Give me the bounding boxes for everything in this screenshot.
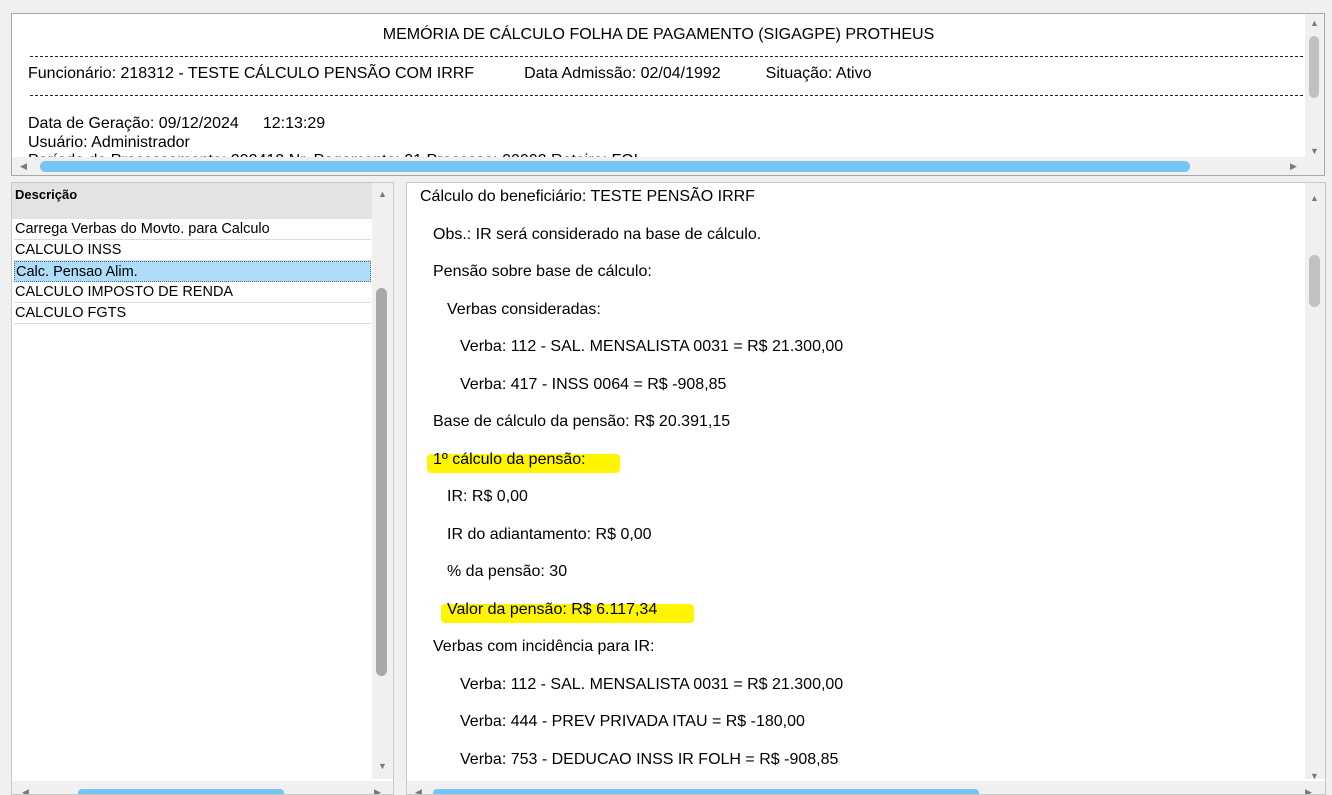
scroll-left-arrow-icon[interactable]: ◀ [20,161,27,171]
scroll-thumb[interactable] [376,288,387,676]
detail-line: Verbas consideradas: [447,300,601,318]
scroll-up-arrow-icon[interactable]: ▲ [378,189,387,199]
detail-line: IR do adiantamento: R$ 0,00 [447,525,652,543]
usuario-text: Usuário: Administrador [28,134,190,151]
scroll-thumb[interactable] [433,789,979,794]
employee-info-row: Funcionário: 218312 - TESTE CÁLCULO PENS… [28,65,872,83]
report-header-panel: MEMÓRIA DE CÁLCULO FOLHA DE PAGAMENTO (S… [11,13,1325,176]
scroll-right-arrow-icon[interactable]: ▶ [374,787,381,794]
scroll-thumb[interactable] [40,161,1190,172]
list-item[interactable]: Carrega Verbas do Movto. para Calculo [14,219,371,240]
scroll-up-arrow-icon[interactable]: ▲ [1310,18,1319,28]
detail-line: Verba: 112 - SAL. MENSALISTA 0031 = R$ 2… [460,338,844,355]
header-vertical-scrollbar[interactable]: ▲ ▼ [1305,14,1324,159]
data-admissao-text: Data Admissão: 02/04/1992 [524,65,721,82]
detail-line: Verba: 753 - DEDUCAO INSS IR FOLH = R$ -… [460,750,839,768]
detail-line: Verba: 417 - INSS 0064 = R$ -908,85 [460,375,727,393]
header-horizontal-scrollbar[interactable]: ◀ ▶ [12,157,1307,175]
detail-line: Pensão sobre base de cálculo: [433,263,652,280]
data-geracao-text: Data de Geração: 09/12/2024 [28,115,239,132]
scroll-corner [1305,157,1324,175]
list-item[interactable]: CALCULO FGTS [14,303,371,324]
scroll-thumb[interactable] [1309,255,1320,307]
dashed-divider [30,95,1308,96]
list-item[interactable]: CALCULO INSS [14,240,371,261]
detail-line: Base de cálculo da pensão: R$ 20.391,15 [433,413,731,430]
dashed-divider [30,56,1308,57]
list-item[interactable]: CALCULO IMPOSTO DE RENDA [14,282,371,303]
calculation-detail-panel: Cálculo do beneficiário: TESTE PENSÃO IR… [406,182,1326,795]
situacao-text: Situação: Ativo [765,65,872,82]
scroll-left-arrow-icon[interactable]: ◀ [415,787,422,794]
scroll-right-arrow-icon[interactable]: ▶ [1290,161,1297,171]
detail-line: Verba: 444 - PREV PRIVADA ITAU = R$ -180… [460,713,805,730]
detail-horizontal-scrollbar[interactable]: ◀ ▶ [407,781,1325,794]
list-vertical-scrollbar[interactable]: ▲ ▼ [372,183,393,779]
hora-geracao-text: 12:13:29 [262,115,326,132]
detail-line: Obs.: IR será considerado na base de cál… [433,225,762,243]
scroll-down-arrow-icon[interactable]: ▼ [1310,146,1319,156]
scroll-up-arrow-icon[interactable]: ▲ [1310,193,1319,203]
detail-line: Verbas com incidência para IR: [433,638,655,655]
funcionario-text: Funcionário: 218312 - TESTE CÁLCULO PENS… [28,65,475,82]
scroll-thumb[interactable] [1309,36,1319,98]
detail-line: IR: R$ 0,00 [447,488,528,505]
list-horizontal-scrollbar[interactable]: ◀ ▶ [12,781,393,794]
column-header-descricao[interactable]: Descrição [12,183,372,219]
scroll-down-arrow-icon[interactable]: ▼ [378,761,387,771]
detail-line: Cálculo do beneficiário: TESTE PENSÃO IR… [420,188,755,205]
scroll-thumb[interactable] [78,789,284,794]
steps-list: Carrega Verbas do Movto. para Calculo CAL… [14,219,371,324]
scroll-right-arrow-icon[interactable]: ▶ [1305,787,1312,794]
detail-line: % da pensão: 30 [447,563,568,580]
list-item[interactable]: Calc. Pensao Alim. [14,261,371,282]
generation-info-row: Data de Geração: 09/12/2024 12:13:29 [28,115,325,133]
detail-line: Verba: 112 - SAL. MENSALISTA 0031 = R$ 2… [460,675,844,693]
scroll-left-arrow-icon[interactable]: ◀ [22,787,29,794]
scroll-down-arrow-icon[interactable]: ▼ [1310,771,1319,781]
report-title: MEMÓRIA DE CÁLCULO FOLHA DE PAGAMENTO (S… [382,26,935,43]
detail-line: 1º cálculo da pensão: [433,450,586,468]
detail-vertical-scrollbar[interactable]: ▲ ▼ [1305,183,1325,781]
detail-line: Valor da pensão: R$ 6.117,34 [447,600,658,618]
calculation-steps-list: Descrição Carrega Verbas do Movto. para … [11,182,394,795]
